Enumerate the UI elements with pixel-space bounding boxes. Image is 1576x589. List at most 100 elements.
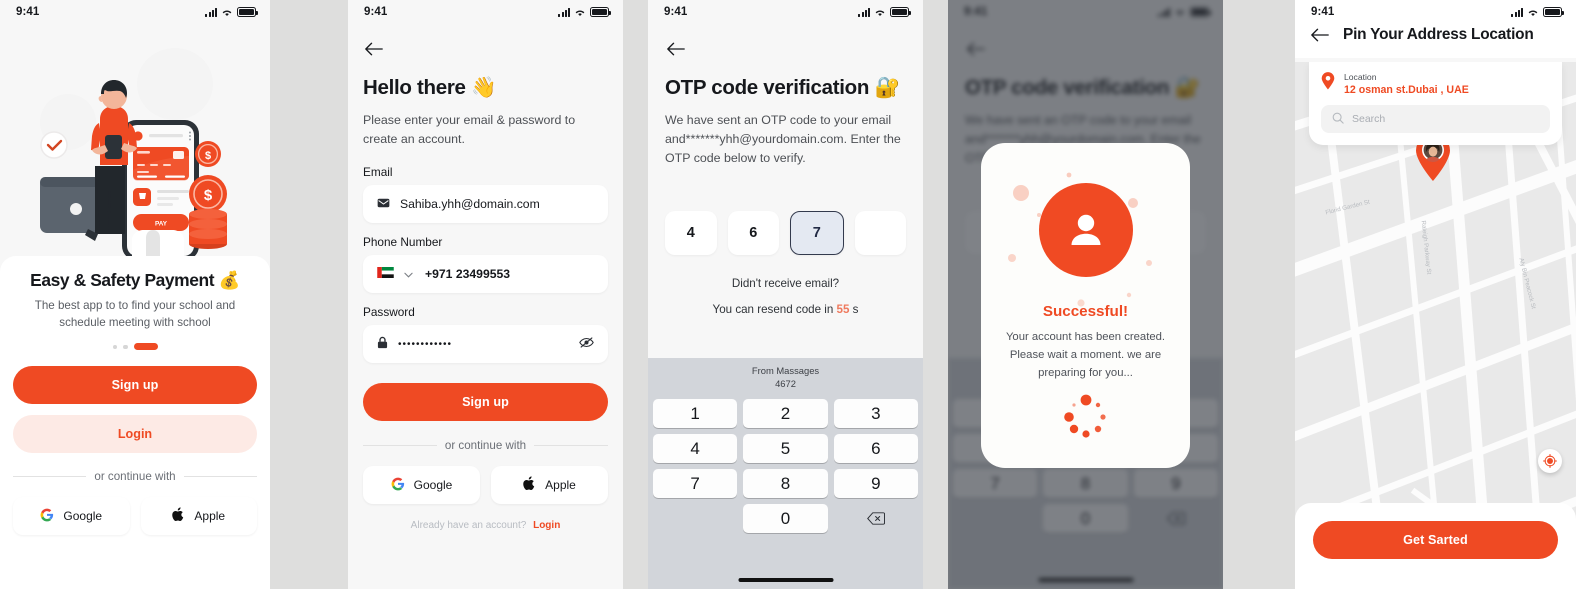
- location-row: Location 12 osman st.Dubai , UAE: [1321, 72, 1550, 96]
- svg-text:$: $: [205, 150, 211, 162]
- search-input[interactable]: Search: [1321, 105, 1550, 133]
- page-title: OTP code verification 🔐: [665, 76, 900, 99]
- illustration-pay-label: PAY: [155, 221, 168, 228]
- board-gap-2: [623, 0, 648, 589]
- wifi-icon: [874, 8, 886, 17]
- map-canvas[interactable]: Orchard Park St Florid Garden St Raleigh…: [1295, 62, 1576, 589]
- phone-field[interactable]: +971 23499553: [363, 255, 608, 294]
- google-login-label: Google: [413, 478, 453, 493]
- login-footer-text: Already have an account?: [410, 520, 527, 532]
- pagination-dots[interactable]: [13, 343, 257, 351]
- google-login-button[interactable]: Google: [13, 497, 130, 536]
- resend-timer-suffix: s: [849, 302, 859, 316]
- board-gap-4: [1223, 0, 1295, 589]
- home-indicator: [738, 578, 833, 582]
- back-button[interactable]: [1309, 24, 1331, 46]
- lock-icon: [377, 336, 388, 352]
- back-button[interactable]: [363, 38, 385, 60]
- divider-line-left: [363, 445, 437, 447]
- location-value: 12 osman st.Dubai , UAE: [1344, 84, 1469, 96]
- chevron-down-icon[interactable]: [404, 267, 413, 281]
- battery-icon: [1543, 7, 1564, 17]
- phone-field-label: Phone Number: [363, 235, 443, 250]
- resend-timer-prefix: You can resend code in: [712, 302, 837, 316]
- keyboard-hint-line2[interactable]: 4672: [653, 378, 918, 391]
- login-link[interactable]: Login: [533, 520, 560, 531]
- pagination-dot[interactable]: [112, 344, 117, 350]
- google-icon: [391, 477, 405, 494]
- screen-onboarding-payment: 9:41 PAY $ $ Easy & Safety Payment 💰 The…: [0, 0, 270, 589]
- social-login-row: Google Apple: [363, 466, 608, 505]
- pagination-dot[interactable]: [123, 344, 128, 350]
- signup-button[interactable]: Sign up: [363, 383, 608, 422]
- signup-button[interactable]: Sign up: [13, 366, 257, 405]
- apple-login-label: Apple: [545, 478, 576, 493]
- key-9[interactable]: 9: [833, 469, 918, 499]
- otp-digit-3-active[interactable]: 7: [790, 210, 844, 255]
- key-6[interactable]: 6: [833, 434, 918, 464]
- google-login-label: Google: [63, 509, 103, 524]
- divider-label: or continue with: [94, 470, 176, 484]
- password-field[interactable]: ••••••••••••: [363, 325, 608, 364]
- success-modal: Successful! Your account has been create…: [981, 143, 1190, 468]
- cellular-signal-icon: [558, 7, 570, 17]
- page-title: Easy & Safety Payment 💰: [30, 270, 240, 290]
- key-1[interactable]: 1: [653, 399, 738, 429]
- otp-digit-2[interactable]: 6: [727, 210, 779, 255]
- key-3[interactable]: 3: [833, 399, 918, 429]
- wifi-icon: [574, 8, 586, 17]
- otp-digit-4[interactable]: [854, 210, 906, 255]
- mail-icon: [377, 197, 390, 211]
- phone-field-value: +971 23499553: [425, 267, 511, 282]
- divider-line-left: [13, 476, 87, 478]
- page-title: Pin Your Address Location: [1343, 26, 1534, 43]
- key-2[interactable]: 2: [743, 399, 828, 429]
- pagination-dot-active[interactable]: [133, 343, 158, 351]
- status-bar: 9:41: [348, 0, 623, 24]
- numeric-keyboard: From Massages 4672 1 2 3 4 5 6 7 8 9 0: [648, 358, 923, 589]
- onboarding-illustration: PAY $ $: [0, 24, 270, 256]
- get-started-button[interactable]: Get Sarted: [1313, 521, 1558, 559]
- screen-signup-form: 9:41 Hello there 👋 Please enter your ema…: [348, 0, 623, 589]
- screens-board: 9:41 PAY $ $ Easy & Safety Payment 💰 The…: [0, 0, 1576, 589]
- email-field-value: Sahiba.yhh@domain.com: [400, 197, 540, 212]
- key-4[interactable]: 4: [653, 434, 738, 464]
- apple-login-button[interactable]: Apple: [140, 497, 257, 536]
- key-5[interactable]: 5: [743, 434, 828, 464]
- key-7[interactable]: 7: [653, 469, 738, 499]
- page-subtitle: Please enter your email & password to cr…: [363, 113, 576, 147]
- footer-panel: Get Sarted: [1295, 503, 1576, 589]
- key-8[interactable]: 8: [743, 469, 828, 499]
- eye-off-icon[interactable]: [579, 336, 594, 352]
- social-login-row: Google Apple: [13, 497, 257, 536]
- cellular-signal-icon: [1511, 7, 1523, 17]
- status-bar-time: 9:41: [364, 6, 388, 18]
- login-button[interactable]: Login: [13, 415, 257, 454]
- page-subtitle: The best app to to find your school and …: [34, 299, 236, 330]
- google-login-button[interactable]: Google: [363, 466, 480, 505]
- uae-flag-icon: [377, 267, 394, 281]
- back-button[interactable]: [665, 38, 687, 60]
- status-bar-time: 9:41: [16, 6, 40, 18]
- apple-login-button[interactable]: Apple: [491, 466, 608, 505]
- crosshair-icon[interactable]: [1538, 449, 1562, 473]
- search-icon: [1332, 112, 1344, 127]
- login-footer: Already have an account? Login: [363, 520, 608, 531]
- board-gap-3: [923, 0, 948, 589]
- key-0[interactable]: 0: [743, 504, 828, 534]
- otp-digit-1[interactable]: 4: [665, 210, 717, 255]
- resend-question: Didn't receive email?: [731, 276, 840, 290]
- status-bar-time: 9:41: [664, 6, 688, 18]
- status-bar-time: 9:41: [1311, 6, 1335, 18]
- page-subtitle: We have sent an OTP code to your email a…: [665, 113, 901, 166]
- backspace-icon[interactable]: [834, 504, 918, 533]
- battery-icon: [237, 7, 258, 17]
- divider-or-continue: or continue with: [13, 470, 258, 484]
- divider-line-right: [534, 445, 609, 447]
- page-header: Pin Your Address Location: [1295, 24, 1576, 58]
- apple-login-label: Apple: [194, 509, 226, 524]
- email-field[interactable]: Sahiba.yhh@domain.com: [363, 185, 608, 224]
- wifi-icon: [221, 8, 233, 17]
- page-title: Hello there 👋: [363, 76, 497, 99]
- password-field-value: ••••••••••••: [398, 338, 453, 350]
